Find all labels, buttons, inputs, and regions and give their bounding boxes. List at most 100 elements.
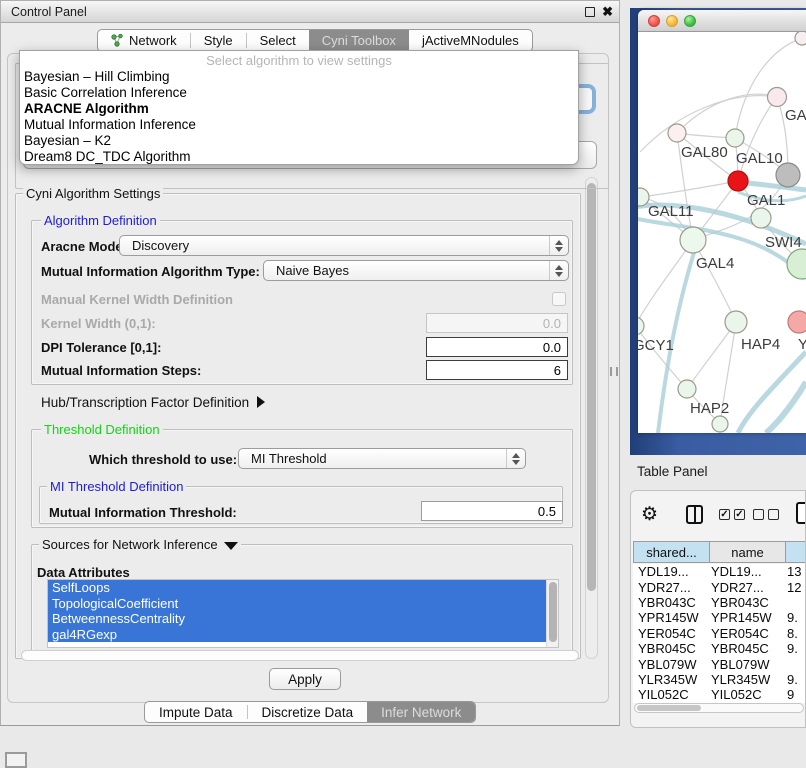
tab-discretize-data[interactable]: Discretize Data [248,702,368,722]
node-gal4[interactable] [680,227,706,253]
network-window-titlebar[interactable] [638,10,806,32]
float-window-icon[interactable] [585,7,595,17]
node-gal10[interactable] [726,129,744,147]
tab-infer-network[interactable]: Infer Network [367,702,475,722]
new-table-icon[interactable] [796,502,806,524]
mi-steps-field[interactable]: 6 [426,360,568,380]
algorithm-option[interactable]: Dream8 DC_TDC Algorithm [20,149,578,165]
tab-cyni-toolbox-label: Cyni Toolbox [322,33,396,48]
tab-cyni-toolbox[interactable]: Cyni Toolbox [309,30,409,51]
zoom-traffic-light-icon[interactable] [684,15,696,27]
table-row[interactable]: YIL052CYIL052C9 [633,687,806,702]
stepper-arrows-icon [506,449,525,468]
sources-title-label: Sources for Network Inference [42,537,218,552]
tab-impute-data[interactable]: Impute Data [145,702,247,722]
attribute-list-scrollbar[interactable] [546,580,558,647]
panel-resize-grip[interactable] [610,367,618,376]
apply-button[interactable]: Apply [269,668,341,690]
tab-jactivemnodules-label: jActiveMNodules [422,33,519,48]
table-header-row: shared... name [633,541,806,563]
table-row[interactable]: YER054CYER054C8. [633,626,806,641]
deselect-all-checkbox-icon[interactable] [768,509,779,520]
expand-arrow-icon [257,396,265,408]
node-label: GAL1 [747,192,785,209]
which-threshold-combobox[interactable]: MI Threshold [238,448,526,469]
algorithm-option[interactable]: Basic Correlation Inference [20,85,578,101]
tab-style[interactable]: Style [191,30,246,51]
attribute-item[interactable]: TopologicalCoefficient [48,596,547,612]
cell: YBR045C [709,641,785,656]
dpi-tolerance-value: 0.0 [543,340,561,355]
manual-kernel-width-checkbox[interactable] [552,292,566,306]
table-row[interactable]: YBR043CYBR043C [633,595,806,610]
tab-discretize-data-label: Discretize Data [262,705,354,720]
node-label: GAL4 [696,255,734,272]
node-hap4[interactable] [725,311,747,333]
select-all-checkbox-icon[interactable]: ✓ [719,509,730,520]
gear-icon[interactable]: ⚙ [641,501,658,529]
column-header-shared-name[interactable]: shared... [633,541,710,563]
table-panel: ⚙ ✓ ✓ shared... name YDL19...YDL19...13 … [630,490,806,728]
attribute-item[interactable]: SelfLoops [48,580,547,596]
table-row[interactable]: YPR145WYPR145W9. [633,610,806,625]
data-attributes-list[interactable]: SelfLoops TopologicalCoefficient Between… [47,579,559,648]
minimize-traffic-light-icon[interactable] [666,15,678,27]
dpi-tolerance-field[interactable]: 0.0 [426,337,568,357]
attribute-item[interactable]: gal4RGexp [48,627,547,643]
mi-threshold-field[interactable]: 0.5 [421,501,563,521]
aracne-mode-combobox[interactable]: Discovery [119,235,569,256]
tab-jactivemnodules[interactable]: jActiveMNodules [409,30,532,51]
node-salmon[interactable] [788,311,806,333]
table-row[interactable]: YDL19...YDL19...13 [633,564,806,579]
scrollbar-thumb[interactable] [637,705,701,711]
algorithm-option[interactable]: Bayesian – K2 [20,133,578,149]
node-gal80[interactable] [668,124,686,142]
kernel-width-field[interactable]: 0.0 [426,313,568,333]
close-traffic-light-icon[interactable] [648,15,660,27]
tab-network[interactable]: Network [98,30,190,51]
node[interactable] [712,416,728,432]
close-icon[interactable]: ✖ [602,4,613,20]
kernel-width-value: 0.0 [543,316,561,331]
control-panel-titlebar[interactable]: Control Panel ✖ [1,1,619,23]
table-row[interactable]: YBL079WYBL079W [633,656,806,671]
deselect-all-checkbox-icon[interactable] [753,509,764,520]
network-canvas[interactable]: GAL GAL80 GAL10 GAL1 GAL11 SWI4 GAL4 GCY… [638,32,806,433]
network-graph: GAL GAL80 GAL10 GAL1 GAL11 SWI4 GAL4 GCY… [638,32,806,433]
tab-select[interactable]: Select [247,30,309,51]
cell: YDR27... [709,580,785,595]
minimized-panel-icon[interactable] [5,752,27,768]
cell: YBR043C [633,595,709,610]
sources-title[interactable]: Sources for Network Inference [39,538,241,551]
scrollbar-thumb[interactable] [549,582,557,642]
settings-horizontal-scrollbar[interactable] [21,650,579,661]
node-swi4[interactable] [751,208,771,228]
node-label: GCY1 [638,337,674,354]
column-header-name[interactable]: name [709,541,786,563]
node-gcy1[interactable] [638,317,644,335]
node-large-green[interactable] [787,249,806,279]
column-header-clipped[interactable] [785,541,806,563]
node-label: GAL11 [648,203,694,220]
table-toolbar: ⚙ ✓ ✓ [631,501,805,531]
table-horizontal-scrollbar[interactable] [634,703,804,713]
columns-icon[interactable] [686,505,703,524]
algorithm-option[interactable]: Bayesian – Hill Climbing [20,69,578,85]
algorithm-option[interactable]: Mutual Information Inference [20,117,578,133]
table-row[interactable]: YDR27...YDR27...12 [633,579,806,594]
node-gal1-selected[interactable] [728,171,748,191]
node[interactable] [795,32,806,45]
attribute-item[interactable]: BetweennessCentrality [48,611,547,627]
mi-algorithm-type-combobox[interactable]: Naive Bayes [263,260,569,281]
scrollbar-thumb[interactable] [587,183,596,591]
node-gal[interactable] [768,88,787,107]
data-attributes-label: Data Attributes [37,565,130,580]
table-row[interactable]: YLR345WYLR345W9. [633,672,806,687]
cell: 8. [785,626,806,641]
node-label: HAP2 [690,400,729,417]
table-row[interactable]: YBR045CYBR045C9. [633,641,806,656]
hub-definition-expander[interactable]: Hub/Transcription Factor Definition [41,395,265,410]
algorithm-option-highlighted[interactable]: ARACNE Algorithm [20,101,578,117]
node-hap2[interactable] [678,380,696,398]
select-all-checkbox-icon[interactable]: ✓ [734,509,745,520]
